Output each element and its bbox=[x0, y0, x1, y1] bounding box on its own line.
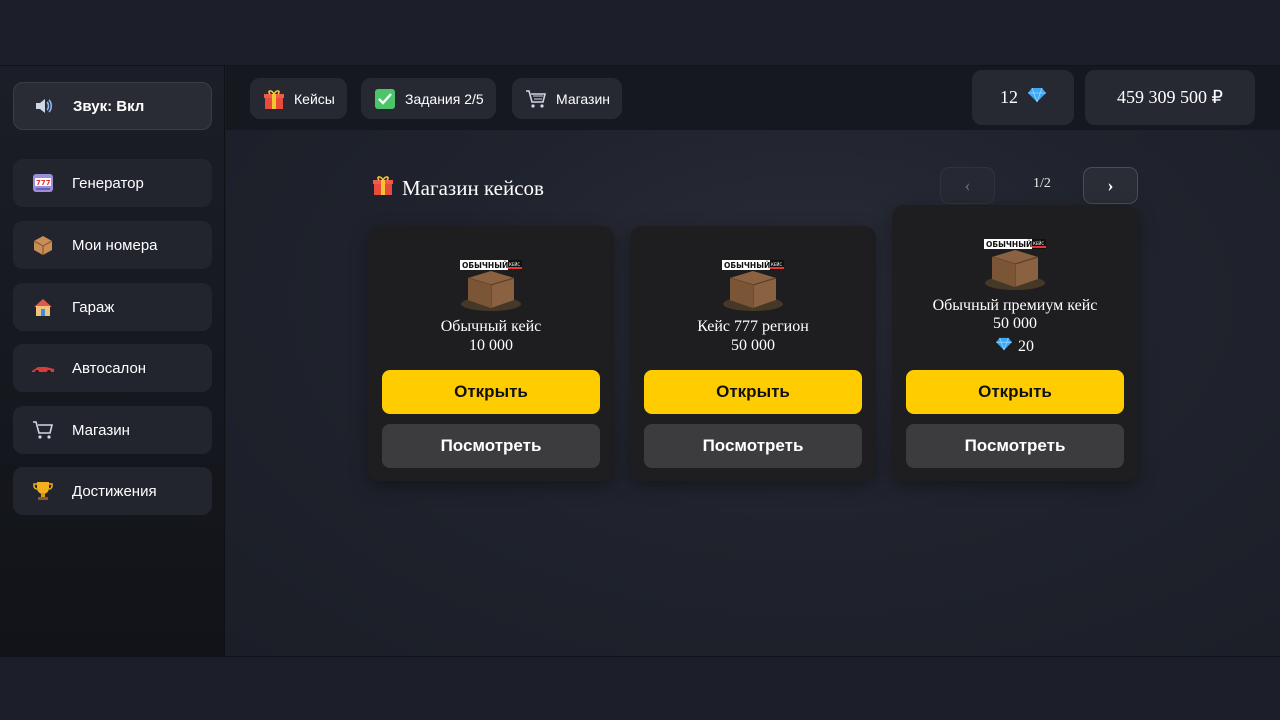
main-area: Кейсы Задания 2/5 Магазин 12 459 309 500… bbox=[226, 66, 1280, 656]
sidebar-item-shop[interactable]: Магазин bbox=[13, 406, 212, 454]
box-label-text: ОБЫЧНЫЙ bbox=[724, 261, 770, 270]
window-bottom-bar bbox=[0, 656, 1280, 720]
chevron-left-icon: ‹ bbox=[964, 175, 971, 195]
checkbox-icon bbox=[373, 87, 397, 111]
house-icon bbox=[31, 295, 55, 319]
case-name: Обычный кейс bbox=[440, 318, 542, 335]
gems-counter: 12 bbox=[972, 70, 1074, 125]
open-case-button[interactable]: Открыть bbox=[644, 370, 862, 414]
cart-icon bbox=[524, 87, 548, 111]
box-sub-text: КЕЙС bbox=[771, 262, 782, 267]
race-car-icon bbox=[31, 356, 55, 380]
case-box-image: ОБЫЧНЫЙ КЕЙС bbox=[718, 256, 788, 312]
shop-title: Магазин кейсов bbox=[372, 174, 544, 202]
package-icon bbox=[31, 233, 55, 257]
gems-count: 12 bbox=[1000, 87, 1018, 107]
sound-toggle-button[interactable]: Звук: Вкл bbox=[13, 82, 212, 130]
case-box-image: ОБЫЧНЫЙ КЕЙС bbox=[456, 256, 526, 312]
shop-button[interactable]: Магазин bbox=[512, 78, 623, 119]
case-card: ОБЫЧНЫЙ КЕЙС Обычный кейс 10 000 Открыть… bbox=[368, 226, 614, 481]
sidebar-item-label: Гараж bbox=[72, 298, 115, 316]
box-sub-text: КЕЙС bbox=[1033, 241, 1044, 246]
window-top-bar bbox=[0, 0, 1280, 66]
sidebar-item-my-numbers[interactable]: Мои номера bbox=[13, 221, 212, 269]
gift-icon bbox=[372, 174, 394, 202]
sound-toggle-label: Звук: Вкл bbox=[73, 97, 145, 115]
case-box-image: ОБЫЧНЫЙ КЕЙС bbox=[980, 235, 1050, 291]
shop-title-text: Магазин кейсов bbox=[402, 175, 544, 200]
page-indicator: 1/2 bbox=[1033, 176, 1051, 191]
balance-display: 459 309 500 ₽ bbox=[1085, 70, 1255, 125]
view-case-button[interactable]: Посмотреть bbox=[906, 424, 1124, 468]
next-page-button[interactable]: › bbox=[1083, 167, 1138, 204]
open-case-button[interactable]: Открыть bbox=[382, 370, 600, 414]
case-card: ОБЫЧНЫЙ КЕЙС Обычный премиум кейс 50 000… bbox=[892, 205, 1138, 481]
sidebar-item-label: Автосалон bbox=[72, 359, 147, 377]
cart-icon bbox=[31, 418, 55, 442]
sidebar-item-car-dealer[interactable]: Автосалон bbox=[13, 344, 212, 392]
sidebar-item-label: Достижения bbox=[72, 482, 157, 500]
sidebar-item-generator[interactable]: 777 Генератор bbox=[13, 159, 212, 207]
prev-page-button[interactable]: ‹ bbox=[940, 167, 995, 204]
view-case-button[interactable]: Посмотреть bbox=[644, 424, 862, 468]
shop-button-label: Магазин bbox=[556, 90, 611, 107]
speaker-icon bbox=[32, 94, 56, 118]
sidebar-item-garage[interactable]: Гараж bbox=[13, 283, 212, 331]
trophy-icon bbox=[31, 479, 55, 503]
sidebar-item-label: Мои номера bbox=[72, 236, 158, 254]
gem-price-value: 20 bbox=[1018, 337, 1034, 355]
sidebar-item-label: Магазин bbox=[72, 421, 130, 439]
view-case-button[interactable]: Посмотреть bbox=[382, 424, 600, 468]
box-label-text: ОБЫЧНЫЙ bbox=[462, 261, 508, 270]
tasks-button[interactable]: Задания 2/5 bbox=[361, 78, 496, 119]
case-gem-price: 20 bbox=[892, 337, 1138, 356]
svg-text:777: 777 bbox=[36, 179, 51, 187]
open-case-button[interactable]: Открыть bbox=[906, 370, 1124, 414]
box-sub-text: КЕЙС bbox=[509, 262, 520, 267]
sidebar-item-label: Генератор bbox=[72, 174, 144, 192]
chevron-right-icon: › bbox=[1107, 175, 1114, 195]
cases-button[interactable]: Кейсы bbox=[250, 78, 347, 119]
top-toolbar: Кейсы Задания 2/5 Магазин 12 459 309 500… bbox=[226, 66, 1280, 130]
case-price: 50 000 bbox=[731, 337, 775, 354]
gem-icon bbox=[996, 337, 1012, 356]
sidebar-item-achievements[interactable]: Достижения bbox=[13, 467, 212, 515]
case-price: 10 000 bbox=[469, 337, 513, 354]
gem-icon bbox=[1028, 87, 1046, 108]
case-name: Обычный премиум кейс bbox=[932, 297, 1098, 314]
box-label-text: ОБЫЧНЫЙ bbox=[986, 240, 1032, 249]
balance-value: 459 309 500 ₽ bbox=[1117, 87, 1223, 107]
sidebar: Звук: Вкл 777 Генератор Мои номера Гараж… bbox=[0, 66, 225, 656]
case-card: ОБЫЧНЫЙ КЕЙС Кейс 777 регион 50 000 Откр… bbox=[630, 226, 876, 481]
cases-button-label: Кейсы bbox=[294, 90, 335, 107]
slot-machine-icon: 777 bbox=[31, 171, 55, 195]
case-name: Кейс 777 регион bbox=[697, 318, 809, 335]
tasks-button-label: Задания 2/5 bbox=[405, 90, 484, 107]
gift-icon bbox=[262, 87, 286, 111]
case-price: 50 000 bbox=[993, 315, 1037, 332]
